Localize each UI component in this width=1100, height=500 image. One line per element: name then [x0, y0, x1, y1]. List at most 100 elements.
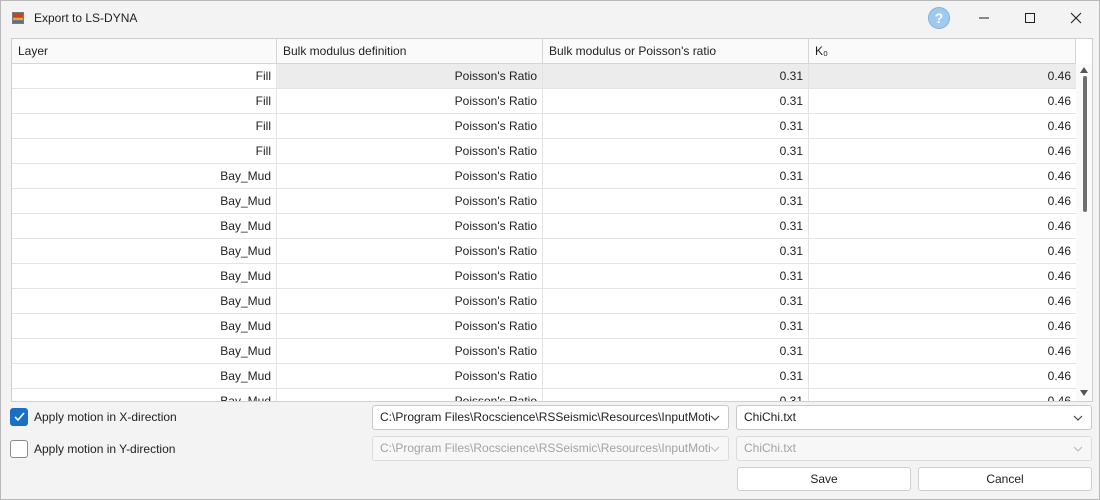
cell-bulk-definition[interactable]: Poisson's Ratio: [277, 389, 543, 401]
cell-k0[interactable]: 0.46: [809, 139, 1076, 163]
cell-bulk-value[interactable]: 0.31: [543, 139, 809, 163]
table-row[interactable]: Bay_Mud Poisson's Ratio 0.31 0.46: [12, 339, 1076, 364]
cell-bulk-value[interactable]: 0.31: [543, 214, 809, 238]
cell-layer[interactable]: Fill: [12, 114, 277, 138]
cell-bulk-definition[interactable]: Poisson's Ratio: [277, 314, 543, 338]
header-bulk-modulus-value[interactable]: Bulk modulus or Poisson's ratio: [543, 39, 809, 63]
close-icon: [1070, 12, 1082, 24]
cell-k0[interactable]: 0.46: [809, 339, 1076, 363]
x-motion-file-dropdown[interactable]: ChiChi.txt: [736, 405, 1092, 430]
cell-layer[interactable]: Bay_Mud: [12, 264, 277, 288]
cell-bulk-value[interactable]: 0.31: [543, 264, 809, 288]
table-row[interactable]: Fill Poisson's Ratio 0.31 0.46: [12, 139, 1076, 164]
cell-k0[interactable]: 0.46: [809, 164, 1076, 188]
cell-k0[interactable]: 0.46: [809, 214, 1076, 238]
cell-k0[interactable]: 0.46: [809, 314, 1076, 338]
table-row[interactable]: Fill Poisson's Ratio 0.31 0.46: [12, 64, 1076, 89]
maximize-icon: [1025, 13, 1035, 23]
cell-bulk-value[interactable]: 0.31: [543, 164, 809, 188]
cell-layer[interactable]: Bay_Mud: [12, 339, 277, 363]
save-button[interactable]: Save: [737, 467, 911, 491]
header-k0[interactable]: K₀: [809, 39, 1076, 63]
table-row[interactable]: Bay_Mud Poisson's Ratio 0.31 0.46: [12, 164, 1076, 189]
table-row[interactable]: Bay_Mud Poisson's Ratio 0.31 0.46: [12, 264, 1076, 289]
cell-bulk-definition[interactable]: Poisson's Ratio: [277, 264, 543, 288]
cell-bulk-value[interactable]: 0.31: [543, 289, 809, 313]
cell-bulk-definition[interactable]: Poisson's Ratio: [277, 164, 543, 188]
cell-k0[interactable]: 0.46: [809, 239, 1076, 263]
help-icon[interactable]: ?: [928, 7, 950, 29]
table-scrollbar[interactable]: [1076, 64, 1092, 401]
table-row[interactable]: Bay_Mud Poisson's Ratio 0.31 0.46: [12, 189, 1076, 214]
table-row[interactable]: Bay_Mud Poisson's Ratio 0.31 0.46: [12, 314, 1076, 339]
y-motion-path-dropdown[interactable]: C:\Program Files\Rocscience\RSSeismic\Re…: [372, 436, 729, 461]
y-motion-file-dropdown[interactable]: ChiChi.txt: [736, 436, 1092, 461]
cell-bulk-definition[interactable]: Poisson's Ratio: [277, 364, 543, 388]
chevron-down-icon: [710, 446, 720, 452]
table-row[interactable]: Bay_Mud Poisson's Ratio 0.31 0.46: [12, 239, 1076, 264]
apply-x-checkbox[interactable]: [10, 408, 28, 426]
cell-layer[interactable]: Bay_Mud: [12, 239, 277, 263]
x-motion-file-value: ChiChi.txt: [744, 410, 797, 424]
cell-bulk-definition[interactable]: Poisson's Ratio: [277, 89, 543, 113]
scroll-down-icon[interactable]: [1079, 389, 1089, 397]
cell-bulk-value[interactable]: 0.31: [543, 114, 809, 138]
cell-layer[interactable]: Fill: [12, 64, 277, 88]
cell-bulk-value[interactable]: 0.31: [543, 189, 809, 213]
maximize-button[interactable]: [1007, 7, 1053, 29]
cell-k0[interactable]: 0.46: [809, 64, 1076, 88]
table-row[interactable]: Bay_Mud Poisson's Ratio 0.31 0.46: [12, 364, 1076, 389]
cell-k0[interactable]: 0.46: [809, 364, 1076, 388]
table-row[interactable]: Fill Poisson's Ratio 0.31 0.46: [12, 114, 1076, 139]
cell-bulk-definition[interactable]: Poisson's Ratio: [277, 189, 543, 213]
cell-bulk-definition[interactable]: Poisson's Ratio: [277, 289, 543, 313]
scroll-up-icon[interactable]: [1079, 66, 1089, 74]
cell-bulk-value[interactable]: 0.31: [543, 89, 809, 113]
cell-k0[interactable]: 0.46: [809, 389, 1076, 401]
cell-bulk-value[interactable]: 0.31: [543, 389, 809, 401]
cell-layer[interactable]: Bay_Mud: [12, 389, 277, 401]
minimize-button[interactable]: [961, 7, 1007, 29]
table-row[interactable]: Fill Poisson's Ratio 0.31 0.46: [12, 89, 1076, 114]
cell-layer[interactable]: Bay_Mud: [12, 214, 277, 238]
checkmark-icon: [14, 412, 25, 422]
cell-layer[interactable]: Bay_Mud: [12, 364, 277, 388]
chevron-down-icon: [710, 415, 720, 421]
scroll-thumb[interactable]: [1083, 76, 1087, 212]
cell-k0[interactable]: 0.46: [809, 114, 1076, 138]
app-icon: [12, 12, 24, 24]
cell-bulk-value[interactable]: 0.31: [543, 239, 809, 263]
cell-k0[interactable]: 0.46: [809, 89, 1076, 113]
table-row[interactable]: Bay_Mud Poisson's Ratio 0.31 0.46: [12, 214, 1076, 239]
cell-layer[interactable]: Bay_Mud: [12, 189, 277, 213]
close-button[interactable]: [1053, 7, 1099, 29]
apply-x-label: Apply motion in X-direction: [34, 410, 177, 424]
cell-bulk-value[interactable]: 0.31: [543, 339, 809, 363]
cancel-button[interactable]: Cancel: [918, 467, 1092, 491]
cell-layer[interactable]: Bay_Mud: [12, 314, 277, 338]
cell-layer[interactable]: Fill: [12, 139, 277, 163]
cell-bulk-value[interactable]: 0.31: [543, 364, 809, 388]
table-row[interactable]: Bay_Mud Poisson's Ratio 0.31 0.46: [12, 289, 1076, 314]
cell-bulk-definition[interactable]: Poisson's Ratio: [277, 214, 543, 238]
header-bulk-modulus-definition[interactable]: Bulk modulus definition: [277, 39, 543, 63]
table-row[interactable]: Bay_Mud Poisson's Ratio 0.31 0.46: [12, 389, 1076, 401]
header-layer[interactable]: Layer: [12, 39, 277, 63]
cell-bulk-definition[interactable]: Poisson's Ratio: [277, 139, 543, 163]
cell-bulk-value[interactable]: 0.31: [543, 314, 809, 338]
cell-k0[interactable]: 0.46: [809, 289, 1076, 313]
cell-bulk-definition[interactable]: Poisson's Ratio: [277, 239, 543, 263]
x-motion-path-value: C:\Program Files\Rocscience\RSSeismic\Re…: [380, 410, 711, 424]
cell-bulk-definition[interactable]: Poisson's Ratio: [277, 64, 543, 88]
apply-y-checkbox[interactable]: [10, 440, 28, 458]
cell-layer[interactable]: Fill: [12, 89, 277, 113]
cell-bulk-definition[interactable]: Poisson's Ratio: [277, 339, 543, 363]
cell-k0[interactable]: 0.46: [809, 189, 1076, 213]
cell-layer[interactable]: Bay_Mud: [12, 289, 277, 313]
cell-layer[interactable]: Bay_Mud: [12, 164, 277, 188]
cell-k0[interactable]: 0.46: [809, 264, 1076, 288]
cell-bulk-value[interactable]: 0.31: [543, 64, 809, 88]
x-motion-path-dropdown[interactable]: C:\Program Files\Rocscience\RSSeismic\Re…: [372, 405, 729, 430]
cell-bulk-definition[interactable]: Poisson's Ratio: [277, 114, 543, 138]
table-body: Fill Poisson's Ratio 0.31 0.46 Fill Poisson's…: [12, 64, 1076, 401]
